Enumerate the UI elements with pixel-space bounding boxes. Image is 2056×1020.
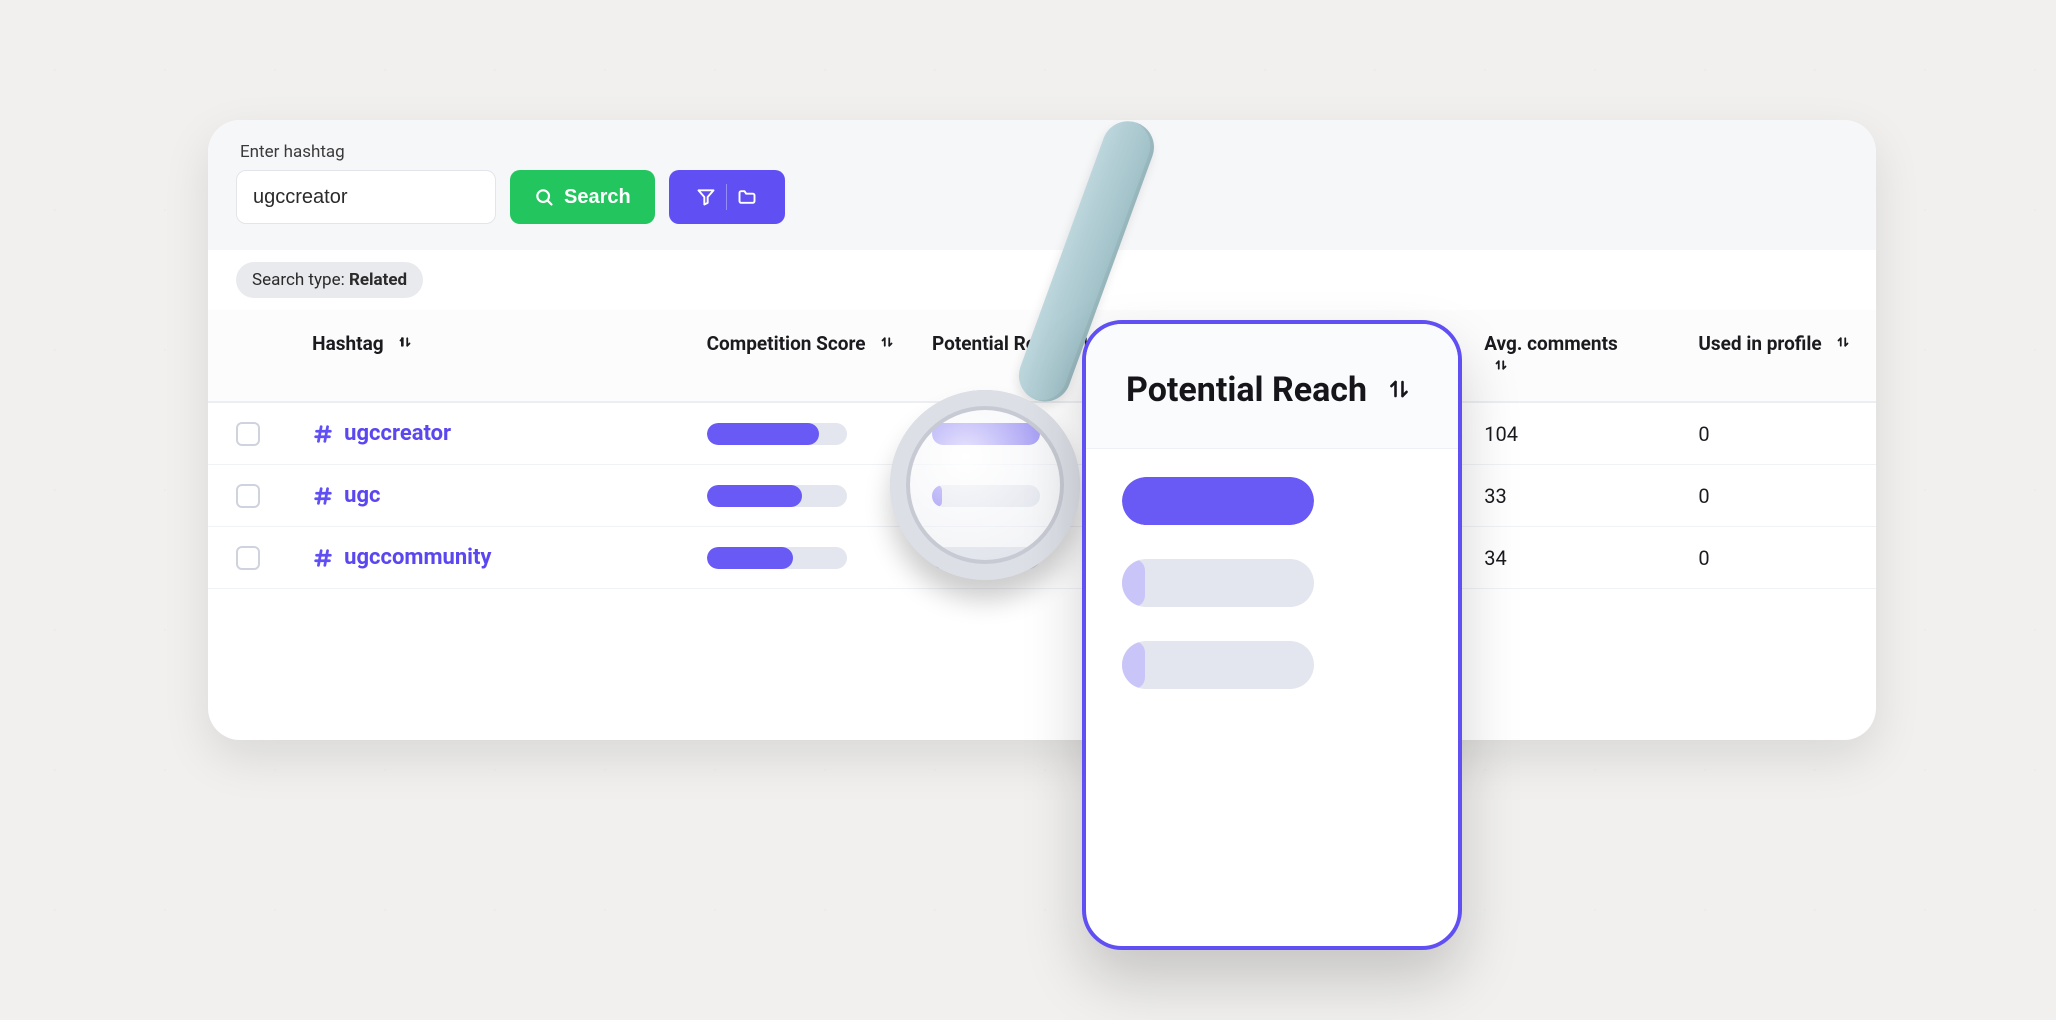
search-meta-row: Search type: Related	[208, 250, 1876, 310]
table-row: ugc 330	[208, 465, 1876, 527]
popover-body	[1086, 449, 1458, 717]
search-icon	[534, 187, 554, 207]
used-in-profile-cell: 0	[1684, 527, 1876, 589]
avg-comments-cell: 34	[1470, 527, 1684, 589]
hashtag-input[interactable]	[236, 170, 496, 224]
chip-prefix: Search type:	[252, 270, 349, 290]
row-checkbox[interactable]	[236, 484, 260, 508]
reach-bar	[932, 547, 1040, 569]
hash-icon	[312, 423, 334, 445]
popover-reach-bar	[1122, 559, 1314, 607]
hash-icon	[312, 547, 334, 569]
column-hashtag[interactable]: Hashtag	[298, 310, 692, 402]
row-checkbox[interactable]	[236, 422, 260, 446]
table-row: ugccommunity 340	[208, 527, 1876, 589]
column-checkbox	[208, 310, 298, 402]
column-label: Avg. comments	[1484, 332, 1618, 355]
popover-title: Potential Reach	[1126, 370, 1367, 410]
folder-icon	[737, 187, 757, 207]
column-avg-comments[interactable]: Avg. comments	[1470, 310, 1684, 402]
sort-icon	[878, 333, 896, 356]
column-used-in-profile[interactable]: Used in profile	[1684, 310, 1876, 402]
hashtag-link[interactable]: ugccommunity	[312, 545, 678, 570]
hashtag-text: ugc	[344, 483, 380, 508]
column-competition[interactable]: Competition Score	[693, 310, 918, 402]
search-type-chip[interactable]: Search type: Related	[236, 262, 423, 298]
search-toolbar: Enter hashtag Search	[208, 120, 1876, 250]
sort-icon	[1492, 356, 1510, 379]
popover-header[interactable]: Potential Reach	[1086, 324, 1458, 449]
used-in-profile-cell: 0	[1684, 402, 1876, 465]
button-divider	[726, 184, 727, 210]
avg-comments-cell: 33	[1470, 465, 1684, 527]
column-label: Competition Score	[707, 332, 866, 355]
hashtag-results-table: Hashtag Competition Score Potential Reac…	[208, 310, 1876, 589]
sort-icon	[396, 333, 414, 356]
funnel-icon	[696, 187, 716, 207]
hashtag-search-panel: Enter hashtag Search Search type: Relate…	[208, 120, 1876, 740]
column-label: Hashtag	[312, 332, 383, 355]
column-label: Used in profile	[1698, 332, 1821, 355]
competition-bar	[707, 547, 847, 569]
competition-bar	[707, 423, 847, 445]
hashtag-text: ugccreator	[344, 421, 451, 446]
reach-bar	[932, 485, 1040, 507]
reach-bar	[932, 423, 1040, 445]
avg-comments-cell: 104	[1470, 402, 1684, 465]
popover-reach-bar	[1122, 477, 1314, 525]
search-input-label: Enter hashtag	[240, 142, 1848, 162]
toolbar-controls: Search	[236, 170, 1848, 224]
search-button[interactable]: Search	[510, 170, 655, 224]
sort-icon	[1834, 333, 1852, 356]
row-checkbox[interactable]	[236, 546, 260, 570]
sort-icon	[1385, 375, 1413, 407]
potential-reach-popover: Potential Reach	[1082, 320, 1462, 950]
used-in-profile-cell: 0	[1684, 465, 1876, 527]
table-row: ugccreator 1040	[208, 402, 1876, 465]
hashtag-text: ugccommunity	[344, 545, 491, 570]
search-button-label: Search	[564, 186, 631, 209]
competition-bar	[707, 485, 847, 507]
filter-folder-button[interactable]	[669, 170, 785, 224]
hashtag-link[interactable]: ugccreator	[312, 421, 678, 446]
column-label: Potential Reach	[932, 332, 1067, 355]
chip-value: Related	[349, 270, 407, 290]
hash-icon	[312, 485, 334, 507]
popover-reach-bar	[1122, 641, 1314, 689]
hashtag-link[interactable]: ugc	[312, 483, 678, 508]
